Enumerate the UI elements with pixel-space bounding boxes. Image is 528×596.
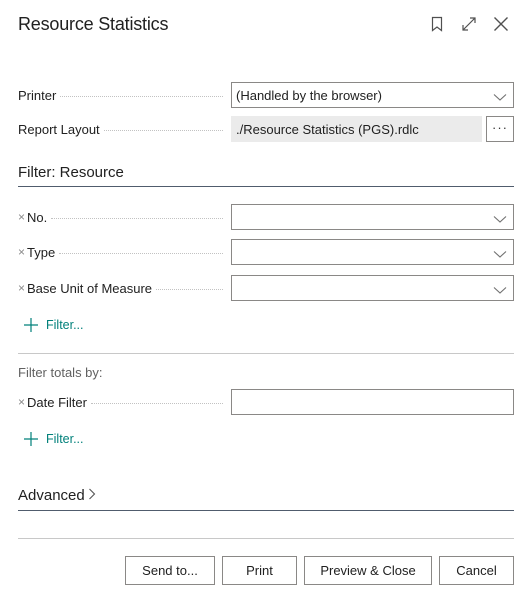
footer-divider [18, 538, 514, 539]
filter-type-input[interactable] [231, 239, 514, 265]
print-button[interactable]: Print [222, 556, 297, 585]
add-filter-label: Filter... [46, 432, 84, 446]
filter-resource-heading: Filter: Resource [18, 164, 124, 181]
divider [18, 353, 514, 354]
preview-close-button[interactable]: Preview & Close [304, 556, 432, 585]
add-filter-label: Filter... [46, 318, 84, 332]
dotted-leader [60, 96, 223, 97]
report-layout-label: Report Layout [18, 121, 104, 137]
expand-icon[interactable] [460, 14, 478, 34]
cancel-button[interactable]: Cancel [439, 556, 514, 585]
chevron-down-icon [493, 283, 507, 294]
report-layout-value: ./Resource Statistics (PGS).rdlc [236, 121, 419, 137]
footer-actions: Send to... Print Preview & Close Cancel [125, 556, 514, 585]
remove-filter-icon[interactable]: × [18, 395, 25, 409]
filter-totals-heading: Filter totals by: [18, 365, 103, 380]
printer-select[interactable]: (Handled by the browser) [231, 82, 514, 108]
advanced-label: Advanced [18, 487, 85, 504]
chevron-down-icon [493, 212, 507, 223]
close-icon[interactable] [492, 14, 510, 34]
filter-base-unit-input[interactable] [231, 275, 514, 301]
dotted-leader [51, 218, 223, 219]
printer-row: Printer (Handled by the browser) [18, 82, 514, 108]
dotted-leader [103, 130, 223, 131]
section-divider [18, 510, 514, 511]
remove-filter-icon[interactable]: × [18, 245, 25, 259]
filter-label-base-unit: Base Unit of Measure [27, 280, 157, 296]
plus-icon [24, 432, 38, 446]
advanced-toggle[interactable]: Advanced [18, 487, 514, 504]
report-layout-lookup-button[interactable]: ··· [486, 116, 514, 142]
report-layout-field: ./Resource Statistics (PGS).rdlc [231, 116, 482, 142]
filter-row-base-unit: × Base Unit of Measure [18, 275, 514, 301]
chevron-down-icon [493, 247, 507, 258]
filter-row-type: × Type [18, 239, 514, 265]
dotted-leader [156, 289, 223, 290]
printer-value: (Handled by the browser) [236, 87, 382, 103]
dialog-title: Resource Statistics [18, 14, 169, 34]
bookmark-icon[interactable] [428, 14, 446, 34]
report-layout-row: Report Layout ./Resource Statistics (PGS… [18, 116, 514, 142]
dotted-leader [90, 403, 223, 404]
date-filter-input[interactable] [231, 389, 514, 415]
printer-label: Printer [18, 87, 61, 103]
add-filter-button[interactable]: Filter... [24, 318, 84, 332]
filter-row-no: × No. [18, 204, 514, 230]
add-totals-filter-button[interactable]: Filter... [24, 432, 84, 446]
filter-label-type: Type [27, 244, 60, 260]
filter-label-no: No. [27, 209, 52, 225]
filter-no-input[interactable] [231, 204, 514, 230]
filter-label-date: Date Filter [27, 394, 91, 410]
section-divider [18, 186, 514, 187]
plus-icon [24, 318, 38, 332]
send-to-button[interactable]: Send to... [125, 556, 215, 585]
chevron-down-icon [493, 90, 507, 101]
remove-filter-icon[interactable]: × [18, 210, 25, 224]
header-actions [428, 14, 510, 34]
filter-row-date: × Date Filter [18, 389, 514, 415]
remove-filter-icon[interactable]: × [18, 281, 25, 295]
dotted-leader [59, 253, 223, 254]
chevron-right-icon [88, 487, 96, 504]
